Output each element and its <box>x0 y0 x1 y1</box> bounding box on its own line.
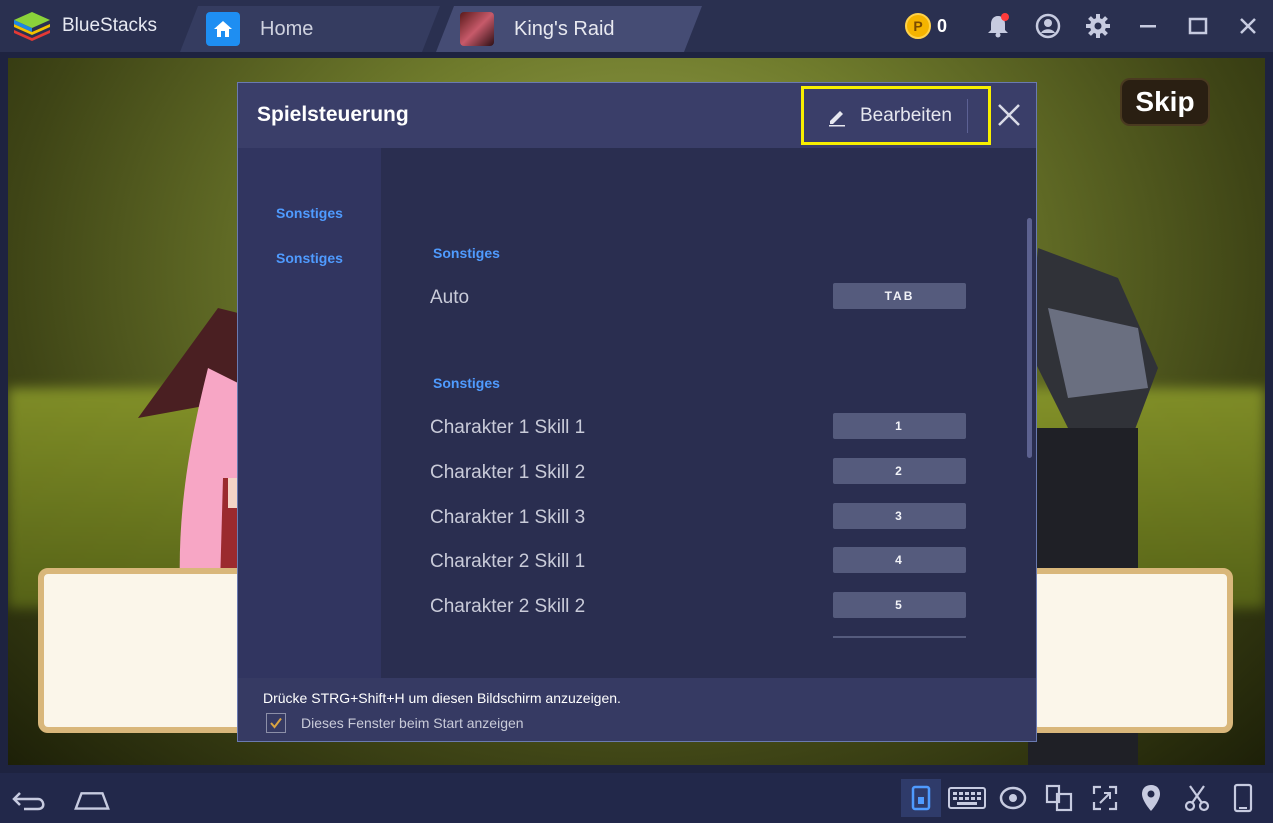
maximize-icon <box>1188 17 1208 35</box>
pencil-icon <box>829 110 845 126</box>
control-label: Charakter 1 Skill 3 <box>430 507 586 528</box>
android-home-button[interactable] <box>72 781 112 819</box>
section-title: Sonstiges <box>433 375 500 391</box>
game-controls-dialog: Spielsteuerung Bearbeiten Sonstiges Sons… <box>237 82 1037 742</box>
keyboard-button[interactable] <box>947 779 987 817</box>
location-icon <box>1142 785 1160 811</box>
home-icon <box>206 12 240 46</box>
show-on-start-checkbox[interactable] <box>266 713 286 733</box>
key-binding-button[interactable]: 2 <box>833 458 966 484</box>
key-binding-button[interactable]: 1 <box>833 413 966 439</box>
keyboard-icon <box>948 787 986 809</box>
coin-count: 0 <box>936 15 947 36</box>
dialog-sidebar: Sonstiges Sonstiges <box>238 148 381 678</box>
notifications-button[interactable] <box>973 10 1023 42</box>
fullscreen-button[interactable] <box>1085 779 1125 817</box>
control-label: Charakter 1 Skill 1 <box>430 417 586 438</box>
app-name: BlueStacks <box>62 15 158 36</box>
minimize-button[interactable] <box>1123 10 1173 42</box>
sidebar-item-sonstiges[interactable]: Sonstiges <box>276 205 343 221</box>
control-label: Charakter 2 Skill 1 <box>430 551 586 572</box>
tab-kings-raid[interactable]: King's Raid <box>436 6 702 52</box>
back-icon <box>12 792 45 811</box>
bluestacks-logo-icon <box>12 10 52 42</box>
dialog-header: Spielsteuerung Bearbeiten <box>238 83 1036 148</box>
control-label: Charakter 2 Skill 2 <box>430 596 586 617</box>
eye-icon <box>999 786 1027 810</box>
bell-icon <box>988 13 1009 38</box>
title-bar-controls: P 0 <box>904 10 1273 42</box>
show-on-start-label[interactable]: Dieses Fenster beim Start anzeigen <box>301 715 524 731</box>
game-icon <box>460 12 494 46</box>
header-divider <box>967 99 968 133</box>
eye-button[interactable] <box>993 779 1033 817</box>
edit-button[interactable]: Bearbeiten <box>801 86 991 145</box>
android-nav <box>10 781 112 819</box>
close-icon <box>1240 18 1256 34</box>
dialog-close-button[interactable] <box>993 99 1025 131</box>
dialogue-panel-right <box>1028 568 1233 733</box>
title-bar: BlueStacks Home King's Raid P 0 <box>0 0 1273 52</box>
key-binding-button-partial[interactable] <box>833 636 966 638</box>
bluestacks-window: BlueStacks Home King's Raid P 0 Skip Spi… <box>0 0 1273 823</box>
tab-home[interactable]: Home <box>180 6 440 52</box>
coin-icon[interactable]: P <box>904 13 931 39</box>
screenshot-button[interactable] <box>1177 779 1217 817</box>
dialog-title: Spielsteuerung <box>257 103 409 126</box>
profile-button[interactable] <box>1023 10 1073 42</box>
close-icon <box>998 104 1020 126</box>
edit-button-label: Bearbeiten <box>860 104 952 126</box>
dialogue-panel-left <box>38 568 258 733</box>
key-binding-button[interactable]: 3 <box>833 503 966 529</box>
scrollbar[interactable] <box>1027 218 1032 458</box>
key-binding-button[interactable]: 5 <box>833 592 966 618</box>
game-controls-icon <box>911 785 931 811</box>
control-label: Auto <box>430 287 470 308</box>
skip-button[interactable]: Skip <box>1120 78 1210 126</box>
checkmark-icon <box>270 717 282 729</box>
rotate-button[interactable] <box>1223 779 1263 817</box>
settings-button[interactable] <box>1073 10 1123 42</box>
sidebar-item-sonstiges[interactable]: Sonstiges <box>276 250 343 266</box>
tool-icons <box>901 779 1263 817</box>
key-binding-button[interactable]: TAB <box>833 283 966 309</box>
tab-home-label: Home <box>260 17 314 40</box>
control-label: Charakter 1 Skill 2 <box>430 462 586 483</box>
game-controls-button[interactable] <box>901 779 941 817</box>
gear-icon <box>1086 14 1110 38</box>
shortcut-hint: Drücke STRG+Shift+H um diesen Bildschirm… <box>263 690 621 706</box>
fullscreen-icon <box>1092 785 1118 811</box>
location-button[interactable] <box>1131 779 1171 817</box>
maximize-button[interactable] <box>1173 10 1223 42</box>
multi-instance-button[interactable] <box>1039 779 1079 817</box>
dialog-footer: Drücke STRG+Shift+H um diesen Bildschirm… <box>238 678 1036 741</box>
close-window-button[interactable] <box>1223 10 1273 42</box>
controls-list: Sonstiges Auto TAB Sonstiges Charakter 1… <box>381 148 1036 678</box>
back-button[interactable] <box>10 781 50 819</box>
home-icon <box>74 792 110 810</box>
key-binding-button[interactable]: 4 <box>833 547 966 573</box>
minimize-icon <box>1140 25 1156 28</box>
profile-icon <box>1035 13 1061 39</box>
brand: BlueStacks <box>12 10 157 42</box>
scissors-icon <box>1184 785 1210 812</box>
phone-rotate-icon <box>1233 783 1253 813</box>
bottom-toolbar <box>0 773 1273 823</box>
tab-kings-raid-label: King's Raid <box>514 17 615 40</box>
section-title: Sonstiges <box>433 245 500 261</box>
multi-instance-icon <box>1045 784 1073 812</box>
